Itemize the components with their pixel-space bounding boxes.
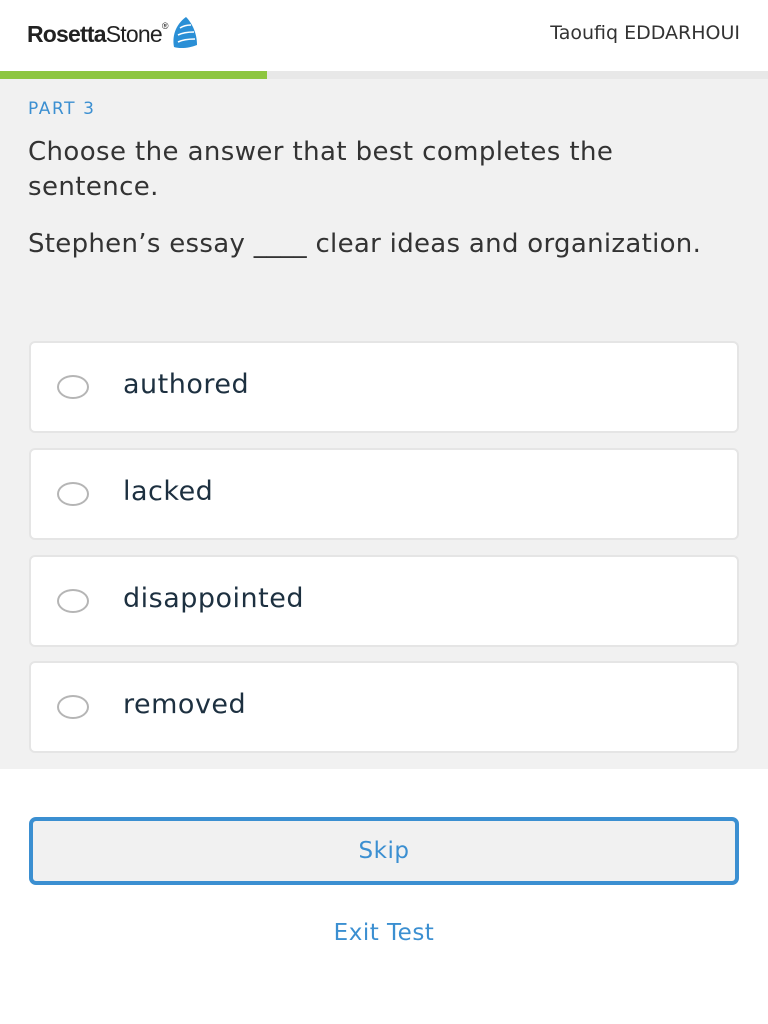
user-name[interactable]: Taoufiq EDDARHOUI (550, 22, 740, 44)
question-panel: PART 3 Choose the answer that best compl… (0, 79, 768, 769)
answer-option-lacked[interactable]: lacked (29, 448, 739, 540)
exit-test-link[interactable]: Exit Test (0, 920, 768, 946)
question-sentence: Stephen’s essay ____ clear ideas and org… (28, 229, 702, 259)
radio-icon[interactable] (57, 695, 89, 719)
answer-option-label: authored (123, 369, 250, 400)
logo-text: RosettaStone® (27, 20, 168, 47)
sail-icon (173, 17, 197, 49)
question-instruction: Choose the answer that best completes th… (28, 137, 614, 202)
skip-button[interactable]: Skip (29, 817, 739, 885)
answer-option-authored[interactable]: authored (29, 341, 739, 433)
answer-option-disappointed[interactable]: disappointed (29, 555, 739, 647)
radio-icon[interactable] (57, 589, 89, 613)
answer-option-label: removed (123, 689, 247, 720)
header: RosettaStone® Taoufiq EDDARHOUI (0, 0, 768, 72)
radio-icon[interactable] (57, 482, 89, 506)
progress-bar (0, 71, 768, 79)
progress-bar-fill (0, 71, 268, 79)
part-label: PART 3 (28, 99, 96, 119)
answer-option-label: lacked (123, 476, 214, 507)
answer-option-removed[interactable]: removed (29, 661, 739, 753)
rosetta-stone-logo[interactable]: RosettaStone® (27, 16, 200, 52)
radio-icon[interactable] (57, 375, 89, 399)
answer-option-label: disappointed (123, 583, 304, 614)
